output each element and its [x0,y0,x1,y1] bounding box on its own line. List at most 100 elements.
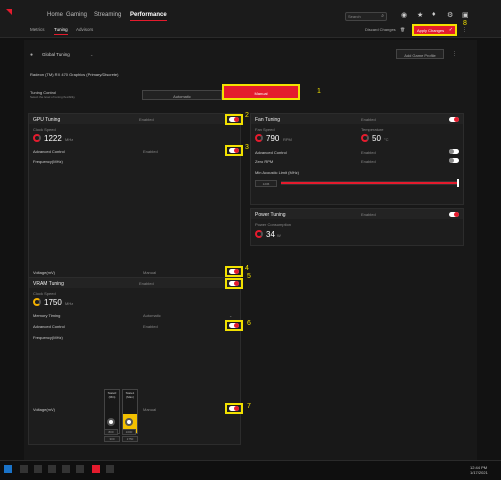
zero-rpm-toggle[interactable] [449,158,459,163]
fan-speed-label: Fan Speed [255,127,275,132]
taskbar-app-icon[interactable] [34,465,42,473]
tab-metrics[interactable]: Metrics [30,27,45,32]
clock-date: 1/17/2021 [470,470,488,475]
radeon-taskbar-icon[interactable] [92,465,100,473]
fan-speed-unit: RPM [283,137,292,142]
tab-tuning[interactable]: Tuning [54,27,68,35]
vram-frequency-label: Frequency(MHz) [33,335,63,340]
voltage-value[interactable]: 800 [104,429,118,435]
min-acoustic-slider[interactable] [281,179,459,187]
frequency-state-value[interactable]: 1750 [122,436,138,442]
vram-advanced-toggle[interactable] [229,323,239,328]
star-icon[interactable]: ★ [417,11,423,19]
fan-tuning-toggle[interactable] [449,117,459,122]
fan-advanced-status: Enabled [361,150,376,155]
nav-gaming[interactable]: Gaming [66,12,87,18]
search-input[interactable]: Search ⌕ [345,12,387,21]
trash-icon[interactable]: 🗑 [400,27,405,32]
zero-rpm-label: Zero RPM [255,159,274,164]
vram-tuning-header: VRAM Tuning Enabled [29,278,240,288]
nav-performance[interactable]: Performance [130,12,167,21]
vram-tuning-title: VRAM Tuning [33,281,64,287]
callout-3: 3 [245,144,249,151]
callout-8: 8 [463,20,467,27]
taskbar-app-icon[interactable] [20,465,28,473]
discard-changes-button[interactable]: Discard Changes [365,27,396,32]
apply-changes-button[interactable]: Apply Changes ✓ [412,24,457,36]
gpu-voltage-label: Voltage(mV) [33,270,56,275]
taskbar-app-icon[interactable] [48,465,56,473]
vram-clock-gauge-icon [33,298,41,306]
bell-icon[interactable]: ♦ [432,11,436,18]
fan-tuning-status: Enabled [361,117,376,122]
voltage-knob[interactable] [125,418,133,426]
bug-icon[interactable]: ◉ [401,11,407,19]
frequency-state-bar[interactable]: State1 (Max) [122,389,138,434]
memory-timing-select[interactable]: Automatic [143,313,161,318]
frequency-state-label: State1 (Max) [125,391,135,399]
gpu-tuning-toggle[interactable] [229,117,239,122]
nav-home[interactable]: Home [47,12,63,18]
min-acoustic-value[interactable]: 1236 [255,180,277,187]
fan-tuning-panel: Fan Tuning Enabled Fan Speed 790 RPM Tem… [250,113,464,205]
manual-button[interactable]: Manual [222,84,300,100]
frequency-state-value[interactable]: 300 [104,436,120,442]
help-icon[interactable]: ▣ [462,11,469,19]
gpu-name: Radeon (TM) RX 470 Graphics (Primary/Dis… [30,72,119,77]
taskbar-app-icon[interactable] [106,465,114,473]
apply-changes-label: Apply Changes [417,28,445,33]
gpu-advanced-toggle[interactable] [229,148,239,153]
fan-advanced-toggle[interactable] [449,149,459,154]
frequency-state-bar[interactable]: State0 (Min) [104,389,120,434]
gpu-advanced-status: Enabled [143,149,158,154]
min-acoustic-label: Min Acoustic Limit (MHz) [255,170,300,175]
fan-advanced-label: Advanced Control [255,150,287,155]
temperature-value: 50 [372,134,381,143]
main-content: ● Global Tuning ⌄ Add Game Profile ⋮ Rad… [24,40,477,460]
power-tuning-status: Enabled [361,212,376,217]
gpu-voltage-toggle[interactable] [229,269,239,274]
fan-speed-gauge-icon [255,134,263,142]
power-tuning-title: Power Tuning [255,212,286,218]
start-icon[interactable] [4,465,12,473]
temperature-label: Temperature [361,127,384,132]
chevron-down-icon: ⌄ [90,52,94,57]
taskbar-app-icon[interactable] [76,465,84,473]
gpu-tuning-title: GPU Tuning [33,117,61,123]
gpu-tuning-header: GPU Tuning Enabled [29,114,240,124]
gpu-advanced-label: Advanced Control [33,149,65,154]
taskbar-app-icon[interactable] [62,465,70,473]
vram-voltage-label: Voltage(mV) [33,407,56,412]
top-nav-bar: Home Gaming Streaming Performance Search… [0,0,501,22]
callout-4: 4 [245,265,249,272]
fan-speed-value: 790 [266,134,280,143]
gpu-tuning-panel: GPU Tuning Enabled Clock Speed 1222 MHz … [28,113,243,358]
callout-6: 6 [247,320,251,327]
search-icon: ⌕ [381,13,384,19]
power-unit: W [277,233,281,238]
callout-5: 5 [247,273,251,280]
vram-voltage-toggle[interactable] [229,406,239,411]
gear-icon[interactable]: ⚙ [447,11,453,19]
more-icon[interactable]: ⋮ [462,27,467,33]
gpu-tuning-status: Enabled [139,117,154,122]
voltage-value[interactable]: 1000 [122,429,136,435]
more-icon[interactable]: ⋮ [452,51,457,57]
power-tuning-panel: Power Tuning Enabled Power Consumption 3… [250,208,464,246]
voltage-knob[interactable] [107,418,115,426]
nav-streaming[interactable]: Streaming [94,12,121,18]
add-game-profile-button[interactable]: Add Game Profile [396,49,444,59]
fan-tuning-header: Fan Tuning Enabled [251,114,463,124]
preset-selector[interactable]: Global Tuning [42,52,70,57]
vram-tuning-toggle[interactable] [229,281,239,286]
automatic-button[interactable]: Automatic [142,90,222,100]
power-tuning-toggle[interactable] [449,212,459,217]
temperature-unit: °C [384,137,389,142]
chevron-down-icon: ⌄ [229,313,233,318]
tab-advisors[interactable]: Advisors [76,27,93,32]
callout-2: 2 [245,112,249,119]
amd-logo-icon[interactable] [6,9,12,15]
callout-7: 7 [247,403,251,410]
zero-rpm-status: Enabled [361,159,376,164]
vram-voltage-mode: Manual [143,407,157,412]
